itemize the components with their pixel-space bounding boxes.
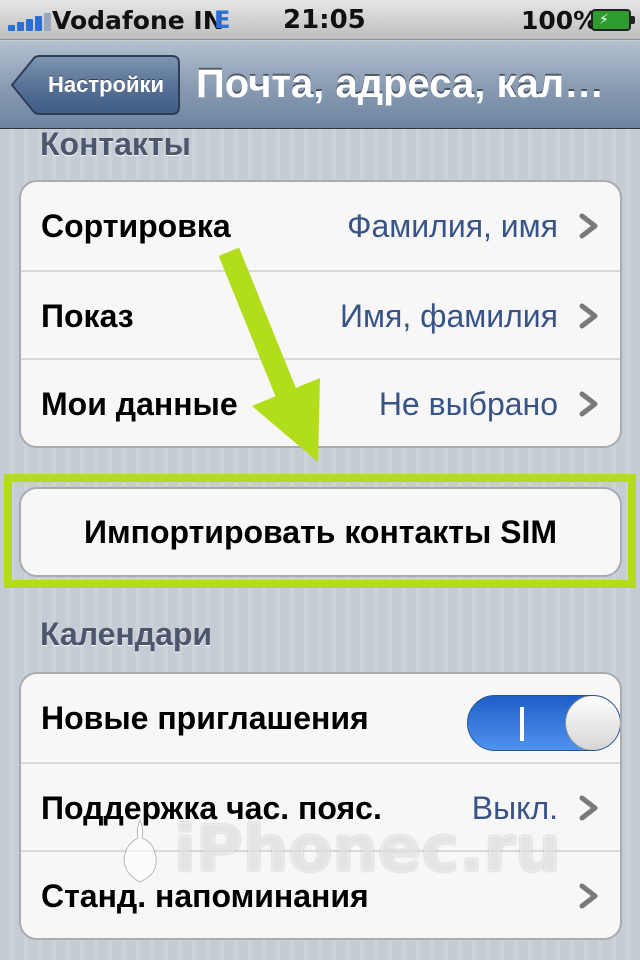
battery-charging-icon: ⚡ — [591, 9, 635, 31]
status-bar: Vodafone IN E 21:05 100% ⚡ — [0, 0, 640, 40]
row-label: Новые приглашения — [41, 700, 369, 736]
chevron-right-icon — [579, 303, 598, 329]
chevron-right-icon — [579, 883, 598, 909]
navigation-bar: Настройки Почта, адреса, кал… — [0, 41, 640, 129]
page-title: Почта, адреса, кал… — [196, 62, 605, 106]
back-button[interactable]: Настройки — [10, 55, 180, 115]
row-my-info[interactable]: Мои данные Не выбрано — [21, 358, 620, 446]
calendars-group: Новые приглашения Поддержка час. пояс. В… — [19, 672, 622, 940]
network-type: E — [214, 6, 231, 34]
watermark-text: iPhonec.ru — [174, 813, 561, 887]
toggle-on-mark — [520, 707, 524, 741]
watermark-logo-icon — [123, 818, 157, 883]
carrier-name: Vodafone IN — [52, 6, 224, 35]
signal-bars-icon — [8, 11, 52, 31]
section-header-calendars: Календари — [40, 616, 213, 652]
new-invitations-toggle[interactable] — [467, 695, 620, 751]
status-time: 21:05 — [283, 5, 366, 35]
watermark: iPhonec.ru — [114, 812, 561, 892]
row-sort-order[interactable]: Сортировка Фамилия, имя — [21, 182, 620, 270]
row-label: Показ — [41, 298, 134, 334]
chevron-right-icon — [579, 795, 598, 821]
import-sim-contacts-button[interactable]: Импортировать контакты SIM — [19, 487, 622, 577]
row-label: Сортировка — [41, 208, 231, 244]
row-value: Имя, фамилия — [340, 298, 558, 334]
chevron-right-icon — [579, 213, 598, 239]
toggle-knob — [565, 696, 620, 750]
row-value: Не выбрано — [378, 386, 558, 422]
row-new-invitations: Новые приглашения — [21, 674, 620, 762]
row-display-order[interactable]: Показ Имя, фамилия — [21, 270, 620, 358]
contacts-group: Сортировка Фамилия, имя Показ Имя, фамил… — [19, 180, 622, 448]
chevron-right-icon — [579, 391, 598, 417]
back-button-label: Настройки — [47, 72, 165, 97]
section-header-contacts: Контакты — [40, 126, 191, 162]
row-value: Фамилия, имя — [347, 208, 558, 244]
battery-percent: 100% — [521, 6, 599, 35]
row-label: Мои данные — [41, 386, 238, 422]
